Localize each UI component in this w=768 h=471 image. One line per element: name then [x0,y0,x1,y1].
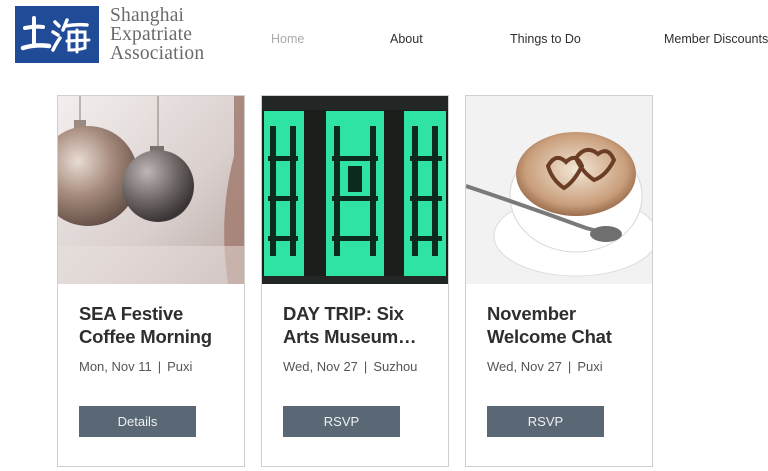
event-card-festive-coffee[interactable]: SEA Festive Coffee Morning Mon, Nov 11 | P… [57,95,245,467]
event-title-line-2: Welcome Chat [487,326,612,347]
event-title[interactable]: SEA Festive Coffee Morning [79,302,229,348]
logo-line-2: Expatriate [110,24,193,45]
event-location: Puxi [167,359,193,374]
event-date: Wed, Nov 27 [283,359,358,374]
event-title-line-2: Arts Museum… [283,326,417,347]
rsvp-button[interactable]: RSVP [487,406,604,437]
event-location: Puxi [577,359,603,374]
event-title-line-1: SEA Festive [79,303,184,324]
logo-mark[interactable] [15,6,99,63]
event-meta: Wed, Nov 27 | Suzhou [283,359,417,374]
event-card-welcome-chat[interactable]: November Welcome Chat Wed, Nov 27 | Puxi R… [465,95,653,467]
event-meta: Mon, Nov 11 | Puxi [79,359,192,374]
event-image-ornaments[interactable] [58,96,244,284]
event-meta: Wed, Nov 27 | Puxi [487,359,603,374]
nav-home[interactable]: Home [271,32,304,46]
logo-wordmark[interactable]: Shanghai Expatriate Association [110,5,205,64]
event-date: Mon, Nov 11 [79,359,152,374]
event-title[interactable]: DAY TRIP: Six Arts Museum… [283,302,433,348]
event-title-line-1: DAY TRIP: Six [283,303,404,324]
meta-separator: | [157,359,162,374]
event-image-lattice-windows[interactable] [262,96,448,284]
event-title-line-2: Coffee Morning [79,326,212,347]
event-card-day-trip[interactable]: DAY TRIP: Six Arts Museum… Wed, Nov 27 | S… [261,95,449,467]
logo-line-1: Shanghai [110,5,185,26]
logo-line-3: Association [110,43,205,64]
nav-about[interactable]: About [390,32,423,46]
event-date: Wed, Nov 27 [487,359,562,374]
meta-separator: | [363,359,368,374]
event-title[interactable]: November Welcome Chat [487,302,637,348]
event-location: Suzhou [373,359,418,374]
rsvp-button[interactable]: RSVP [283,406,400,437]
event-title-line-1: November [487,303,576,324]
meta-separator: | [567,359,572,374]
details-button[interactable]: Details [79,406,196,437]
logo-calligraphy-icon [20,16,91,54]
nav-things-to-do[interactable]: Things to Do [510,32,581,46]
event-image-coffee-cup[interactable] [466,96,652,284]
nav-member-discounts[interactable]: Member Discounts [664,32,768,46]
